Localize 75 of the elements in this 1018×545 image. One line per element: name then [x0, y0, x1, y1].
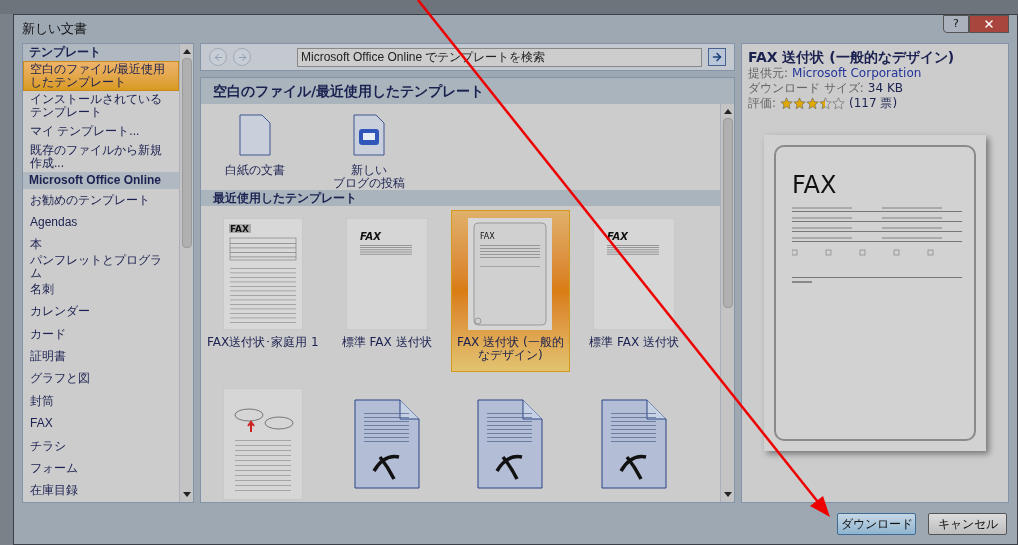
sidebar-item[interactable]: 在庫目録 — [23, 479, 179, 502]
sidebar-item[interactable]: パンフレットとプログラム — [23, 256, 179, 279]
scroll-thumb[interactable] — [722, 118, 733, 308]
document-x-icon — [601, 398, 668, 489]
sidebar-item[interactable]: チラシ — [23, 434, 179, 458]
template-label: 白紙の文書 — [225, 164, 285, 177]
preview-heading: FAX — [792, 171, 838, 199]
template-label: 標準 FAX 送付状 — [588, 336, 681, 349]
star-icon — [832, 97, 846, 110]
sidebar-item[interactable]: 証明書 — [23, 345, 179, 368]
back-arrow-icon — [212, 51, 224, 63]
window-title: 新しい文書 — [22, 20, 87, 39]
sidebar-item[interactable]: グラフと図 — [23, 367, 179, 391]
document-x-icon — [353, 398, 420, 489]
template-tile[interactable]: FAX FAX送付状･家庭用 1 — [203, 210, 323, 372]
back-button[interactable] — [209, 48, 227, 66]
template-label: ブログの投稿 — [333, 177, 405, 190]
section-header: 最近使用したテンプレート — [201, 190, 720, 206]
forward-button[interactable] — [233, 48, 251, 66]
close-icon — [983, 18, 995, 30]
download-button[interactable]: ダウンロード — [837, 512, 916, 535]
template-thumbnail: FAX — [222, 217, 303, 330]
template-tile[interactable]: FAX 標準 FAX 送付状 — [326, 210, 447, 372]
template-thumbnail: FAX — [593, 217, 676, 330]
rating-label: 評価: — [748, 96, 777, 111]
sidebar-item[interactable]: 封筒 — [23, 390, 179, 413]
sidebar-item[interactable]: 本 — [23, 233, 179, 256]
arrow-right-icon — [711, 51, 723, 63]
template-label: 標準 FAX 送付状 — [340, 336, 433, 349]
sidebar-item[interactable]: フォーム — [23, 457, 179, 480]
sidebar-header: Microsoft Office Online — [23, 171, 179, 189]
template-thumbnail: FAX — [468, 217, 553, 330]
provider-link[interactable]: Microsoft Corporation — [792, 66, 922, 81]
sidebar-item[interactable]: お勧めのテンプレート — [23, 188, 179, 212]
vote-count: (117 票) — [849, 96, 898, 111]
template-label: FAX 送付状 (一般的なデザイン) — [456, 336, 565, 362]
sidebar-item[interactable]: カレンダー — [23, 300, 179, 324]
template-label: 新しい — [351, 164, 387, 177]
document-x-icon — [477, 398, 544, 489]
sidebar-item[interactable]: Agendas — [23, 211, 179, 234]
blog-document-icon[interactable] — [353, 114, 385, 156]
forward-arrow-icon — [236, 51, 248, 63]
scroll-up-icon[interactable] — [182, 48, 191, 54]
template-tile[interactable]: FAX FAX 送付状 (一般的なデザイン) — [450, 210, 571, 372]
size-value: 34 KB — [867, 81, 904, 96]
sidebar-header: テンプレート — [23, 44, 179, 61]
template-label: FAX送付状･家庭用 1 — [206, 336, 320, 349]
scroll-down-icon[interactable] — [182, 492, 191, 498]
help-button[interactable]: ? — [943, 15, 969, 33]
sidebar-item[interactable]: マイ テンプレート... — [23, 120, 179, 142]
provider-label: 提供元: — [748, 66, 789, 81]
scrollbar[interactable] — [720, 104, 734, 502]
scroll-down-icon[interactable] — [723, 492, 732, 498]
close-button[interactable] — [969, 15, 1009, 33]
sidebar-item[interactable]: 空白のファイル/最近使用したテンプレート — [23, 61, 179, 91]
search-go-button[interactable] — [708, 48, 726, 66]
star-icon — [793, 97, 807, 110]
template-thumbnail: FAX — [345, 217, 428, 330]
sidebar-item[interactable]: FAX — [23, 412, 179, 435]
star-icon — [806, 97, 820, 110]
sidebar-item[interactable]: 名刺 — [23, 278, 179, 301]
star-icon — [780, 97, 794, 110]
scroll-up-icon[interactable] — [723, 108, 732, 114]
template-tile[interactable]: FAX 標準 FAX 送付状 — [574, 210, 694, 372]
details-title: FAX 送付状 (一般的なデザイン) — [748, 48, 956, 66]
panel-title: 空白のファイル/最近使用したテンプレート — [201, 78, 734, 104]
blank-document-icon[interactable] — [239, 114, 271, 156]
sidebar-item[interactable]: インストールされているテンプレート — [23, 90, 179, 121]
cancel-button[interactable]: キャンセル — [928, 512, 1007, 535]
sidebar-item[interactable]: カード — [23, 323, 179, 346]
star-icon — [819, 97, 833, 110]
sidebar-item[interactable]: 既存のファイルから新規作成... — [23, 141, 179, 172]
scroll-thumb[interactable] — [181, 58, 192, 248]
scrollbar[interactable] — [179, 44, 193, 502]
size-label: ダウンロード サイズ: — [748, 81, 864, 96]
